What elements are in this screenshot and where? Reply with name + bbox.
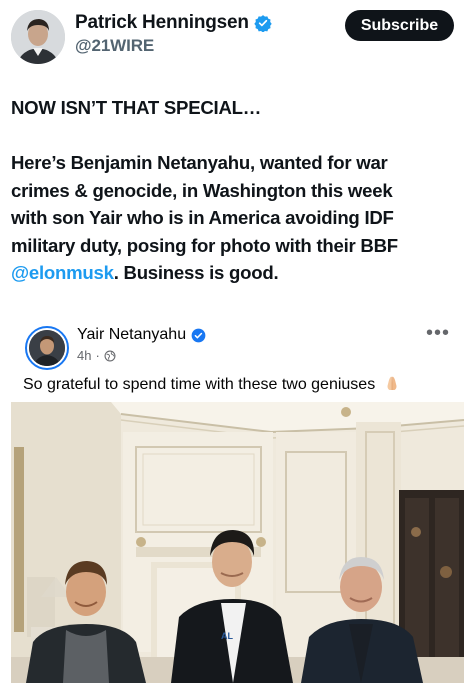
post-photo[interactable]: AL (11, 402, 464, 683)
more-options-icon[interactable]: ••• (426, 322, 450, 345)
author-block: Patrick Henningsen @21WIRE (75, 12, 272, 56)
tweet-line: military duty, posing for photo with the… (11, 234, 398, 256)
fb-caption-text: So grateful to spend time with these two… (23, 376, 376, 393)
tweet-last-line: @elonmusk. Business is good. (11, 259, 466, 287)
fb-post-age[interactable]: 4h (77, 348, 91, 363)
fb-author-avatar[interactable] (25, 326, 69, 370)
tweet-headline: NOW ISN’T THAT SPECIAL… (11, 97, 262, 118)
verified-badge-icon (254, 15, 272, 32)
embedded-post[interactable]: Yair Netanyahu 4h · ••• So grateful to s… (11, 320, 464, 683)
tweet-line: Here’s Benjamin Netanyahu, wanted for wa… (11, 152, 388, 173)
author-handle[interactable]: @21WIRE (75, 36, 272, 56)
author-display-name[interactable]: Patrick Henningsen (75, 12, 249, 34)
tweet-line: crimes & genocide, in Washington this we… (11, 179, 393, 201)
tweet-line: with son Yair who is in America avoiding… (11, 207, 394, 228)
globe-icon (104, 350, 116, 361)
tweet-line-tail: . Business is good. (113, 262, 279, 283)
avatar-portrait (11, 10, 65, 64)
fb-post-meta: 4h · (77, 348, 116, 363)
fb-verified-badge-icon (191, 328, 206, 342)
fb-author-name[interactable]: Yair Netanyahu (77, 326, 186, 344)
mention-link[interactable]: @elonmusk (11, 262, 114, 283)
profile-avatar[interactable] (11, 10, 65, 64)
fb-caption: So grateful to spend time with these two… (23, 375, 400, 394)
tweet-body: NOW ISN’T THAT SPECIAL… Here’s Benjamin … (11, 94, 466, 287)
shirt-print-text: AL (221, 631, 233, 641)
room-photo-illustration: AL (11, 402, 464, 683)
fb-avatar-portrait (29, 330, 65, 366)
fb-author-row: Yair Netanyahu (77, 326, 206, 344)
tweet-header: Patrick Henningsen @21WIRE Subscribe (0, 0, 474, 70)
folded-hands-icon (387, 376, 397, 390)
meta-separator: · (95, 348, 100, 363)
subscribe-button[interactable]: Subscribe (345, 10, 454, 41)
